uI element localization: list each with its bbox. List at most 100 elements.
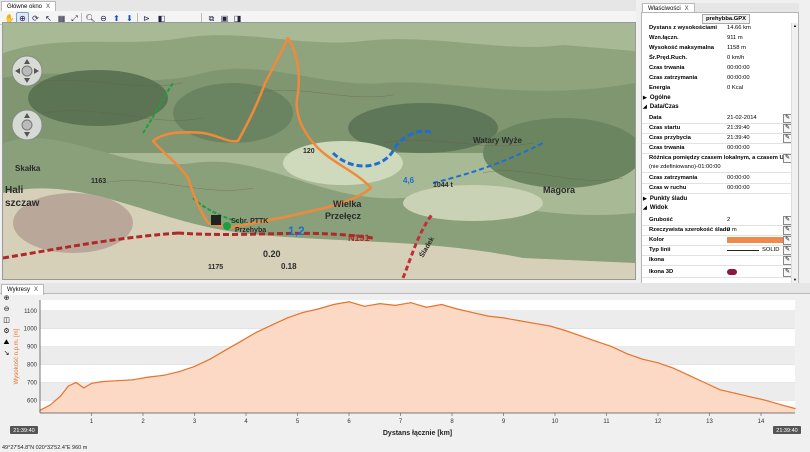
elevation-point (626, 353, 628, 355)
elevation-point (688, 374, 690, 376)
y-tick-label: 700 (27, 381, 38, 387)
datetime-label: Czas przybycia (649, 135, 691, 141)
section-datetime[interactable]: ◢ Data/Czas (643, 103, 679, 112)
elevation-point (641, 358, 644, 360)
section-general[interactable]: ▶ Ogólne (643, 94, 671, 103)
summary-label: Wzn.łączn. (649, 35, 679, 41)
datetime-value: 21:39:40 (727, 135, 750, 141)
datetime-label: Czas w ruchu (649, 185, 687, 191)
start-time-label: 21:39:40 (13, 428, 34, 434)
elevation-point (487, 315, 489, 317)
icon-3d-swatch[interactable] (727, 269, 737, 275)
summary-row: Wysokość maksymalna 1158 m (642, 44, 798, 53)
map-label: 0.18 (281, 262, 297, 271)
view-row: Typ linii SOLID ✎ (642, 246, 798, 256)
elevation-point (83, 387, 85, 389)
summary-label: Dystans z wysokościami (649, 25, 717, 31)
summary-row: Energia 0 Kcal (642, 84, 798, 93)
elevation-point (425, 306, 427, 308)
section-track-points[interactable]: ▶ Punkty śladu (643, 195, 687, 204)
summary-row: Czas zatrzymania 00:00:00 (642, 74, 798, 83)
elevation-point (178, 371, 180, 373)
datetime-label: Data (649, 115, 662, 121)
datetime-label: Czas startu (649, 125, 681, 131)
elevation-point (580, 335, 582, 337)
summary-row: Czas trwania 00:00:00 (642, 64, 798, 73)
section-view[interactable]: ◢ Widok (643, 204, 668, 213)
map-label: 1044 t (433, 182, 454, 189)
view-row: Kolor ✎ (642, 236, 798, 246)
expand-arrow-icon: ▶ (643, 95, 647, 101)
elevation-point (533, 322, 536, 324)
elevation-point (317, 308, 319, 310)
status-bar: 49°27'54.8"N 020°32'52.4"E 960 m (0, 444, 810, 452)
pan-control[interactable] (11, 55, 43, 87)
map-label: Skałka (15, 164, 41, 173)
x-tick-label: 1 (90, 419, 94, 425)
x-tick-label: 9 (502, 419, 506, 425)
elevation-point (90, 382, 93, 385)
datetime-value: 00:00:00 (727, 175, 750, 181)
x-tick-label: 7 (399, 419, 403, 425)
datetime-row: Czas przybycia 21:39:40 ✎ (642, 134, 798, 144)
map-label: 120 (303, 148, 315, 155)
elevation-point (410, 302, 412, 304)
close-icon[interactable]: X (34, 287, 38, 293)
x-tick-label: 3 (193, 419, 197, 425)
elevation-point (394, 304, 396, 306)
view-value: 2 (727, 217, 731, 223)
x-tick-label: 12 (655, 419, 662, 425)
line-type-preview (727, 250, 759, 251)
map-label: N191 (348, 233, 370, 243)
view-value: SOLID (762, 247, 780, 253)
elevation-point (209, 358, 211, 360)
elevation-point (672, 367, 675, 369)
elevation-point (719, 389, 721, 391)
y-tick-label: 800 (27, 363, 38, 369)
elevation-point (657, 362, 659, 364)
elevation-point (472, 311, 474, 314)
map-3d-view[interactable]: Hali szczaw Skałka Wielka Przełęcz Schr.… (2, 22, 636, 280)
elevation-point (734, 392, 736, 394)
hut-marker-icon (211, 215, 221, 225)
elevation-chart[interactable]: 600 700 800 900 1000 1100 1 2 3 4 5 6 7 8 9 10 11 12 13 14 D… (10, 295, 805, 445)
elevation-chart-svg[interactable]: 600700800900100011001 2 3 4 5 6 7 8 9 10 11 12 13 14D… (10, 295, 805, 445)
elevation-point (595, 340, 597, 342)
properties-scrollbar[interactable]: ▲ ▼ (791, 23, 798, 283)
close-icon[interactable]: X (46, 4, 50, 10)
elevation-point (564, 329, 566, 332)
collapse-arrow-icon: ◢ (643, 104, 647, 110)
view-label: Kolor (649, 237, 665, 243)
timezone-value: (nie zdefiniowano)-01:00:00 (649, 164, 721, 170)
expand-arrow-icon: ▶ (643, 196, 647, 202)
terrain-render[interactable]: Hali szczaw Skałka Wielka Przełęcz Schr.… (3, 23, 635, 279)
elevation-point (750, 396, 752, 398)
timezone-label: Różnica pomiędzy czasem lokalnym, a czas… (649, 155, 794, 161)
datetime-label: Czas zatrzymania (649, 175, 698, 181)
elevation-point (147, 376, 149, 378)
x-tick-label: 14 (758, 419, 765, 425)
track-name-badge: prehybba.GPX (702, 14, 750, 24)
x-axis-label: Dystans łącznie [km] (383, 430, 452, 437)
summary-value: 00:00:00 (727, 75, 750, 81)
elevation-point (703, 381, 705, 384)
properties-panel: prehybba.GPX Dystans z wysokościami 14.66… (641, 12, 799, 284)
elevation-point (60, 395, 62, 397)
summary-label: Śr.Pręd.Ruch. (649, 55, 688, 61)
elevation-point (518, 320, 520, 322)
summary-value: 911 m (727, 35, 743, 41)
elevation-point (781, 404, 783, 406)
elevation-point (116, 380, 118, 382)
datetime-row: Czas w ruchu 00:00:00 (642, 184, 798, 194)
datetime-row: Data 21-02-2014 ✎ (642, 114, 798, 124)
tab-main-window-label: Główne okno (7, 4, 43, 10)
elevation-point (379, 302, 381, 305)
datetime-value: 21:39:40 (727, 125, 750, 131)
view-row: Rzeczywista szerokość śladu 0 m ✎ (642, 226, 798, 236)
elevation-point (549, 325, 551, 327)
color-swatch[interactable] (727, 237, 785, 243)
scroll-up-icon[interactable]: ▲ (792, 23, 798, 29)
rotate-control[interactable] (11, 109, 43, 141)
view-label: Ikona 3D (649, 269, 674, 275)
section-label: Widok (649, 205, 668, 211)
